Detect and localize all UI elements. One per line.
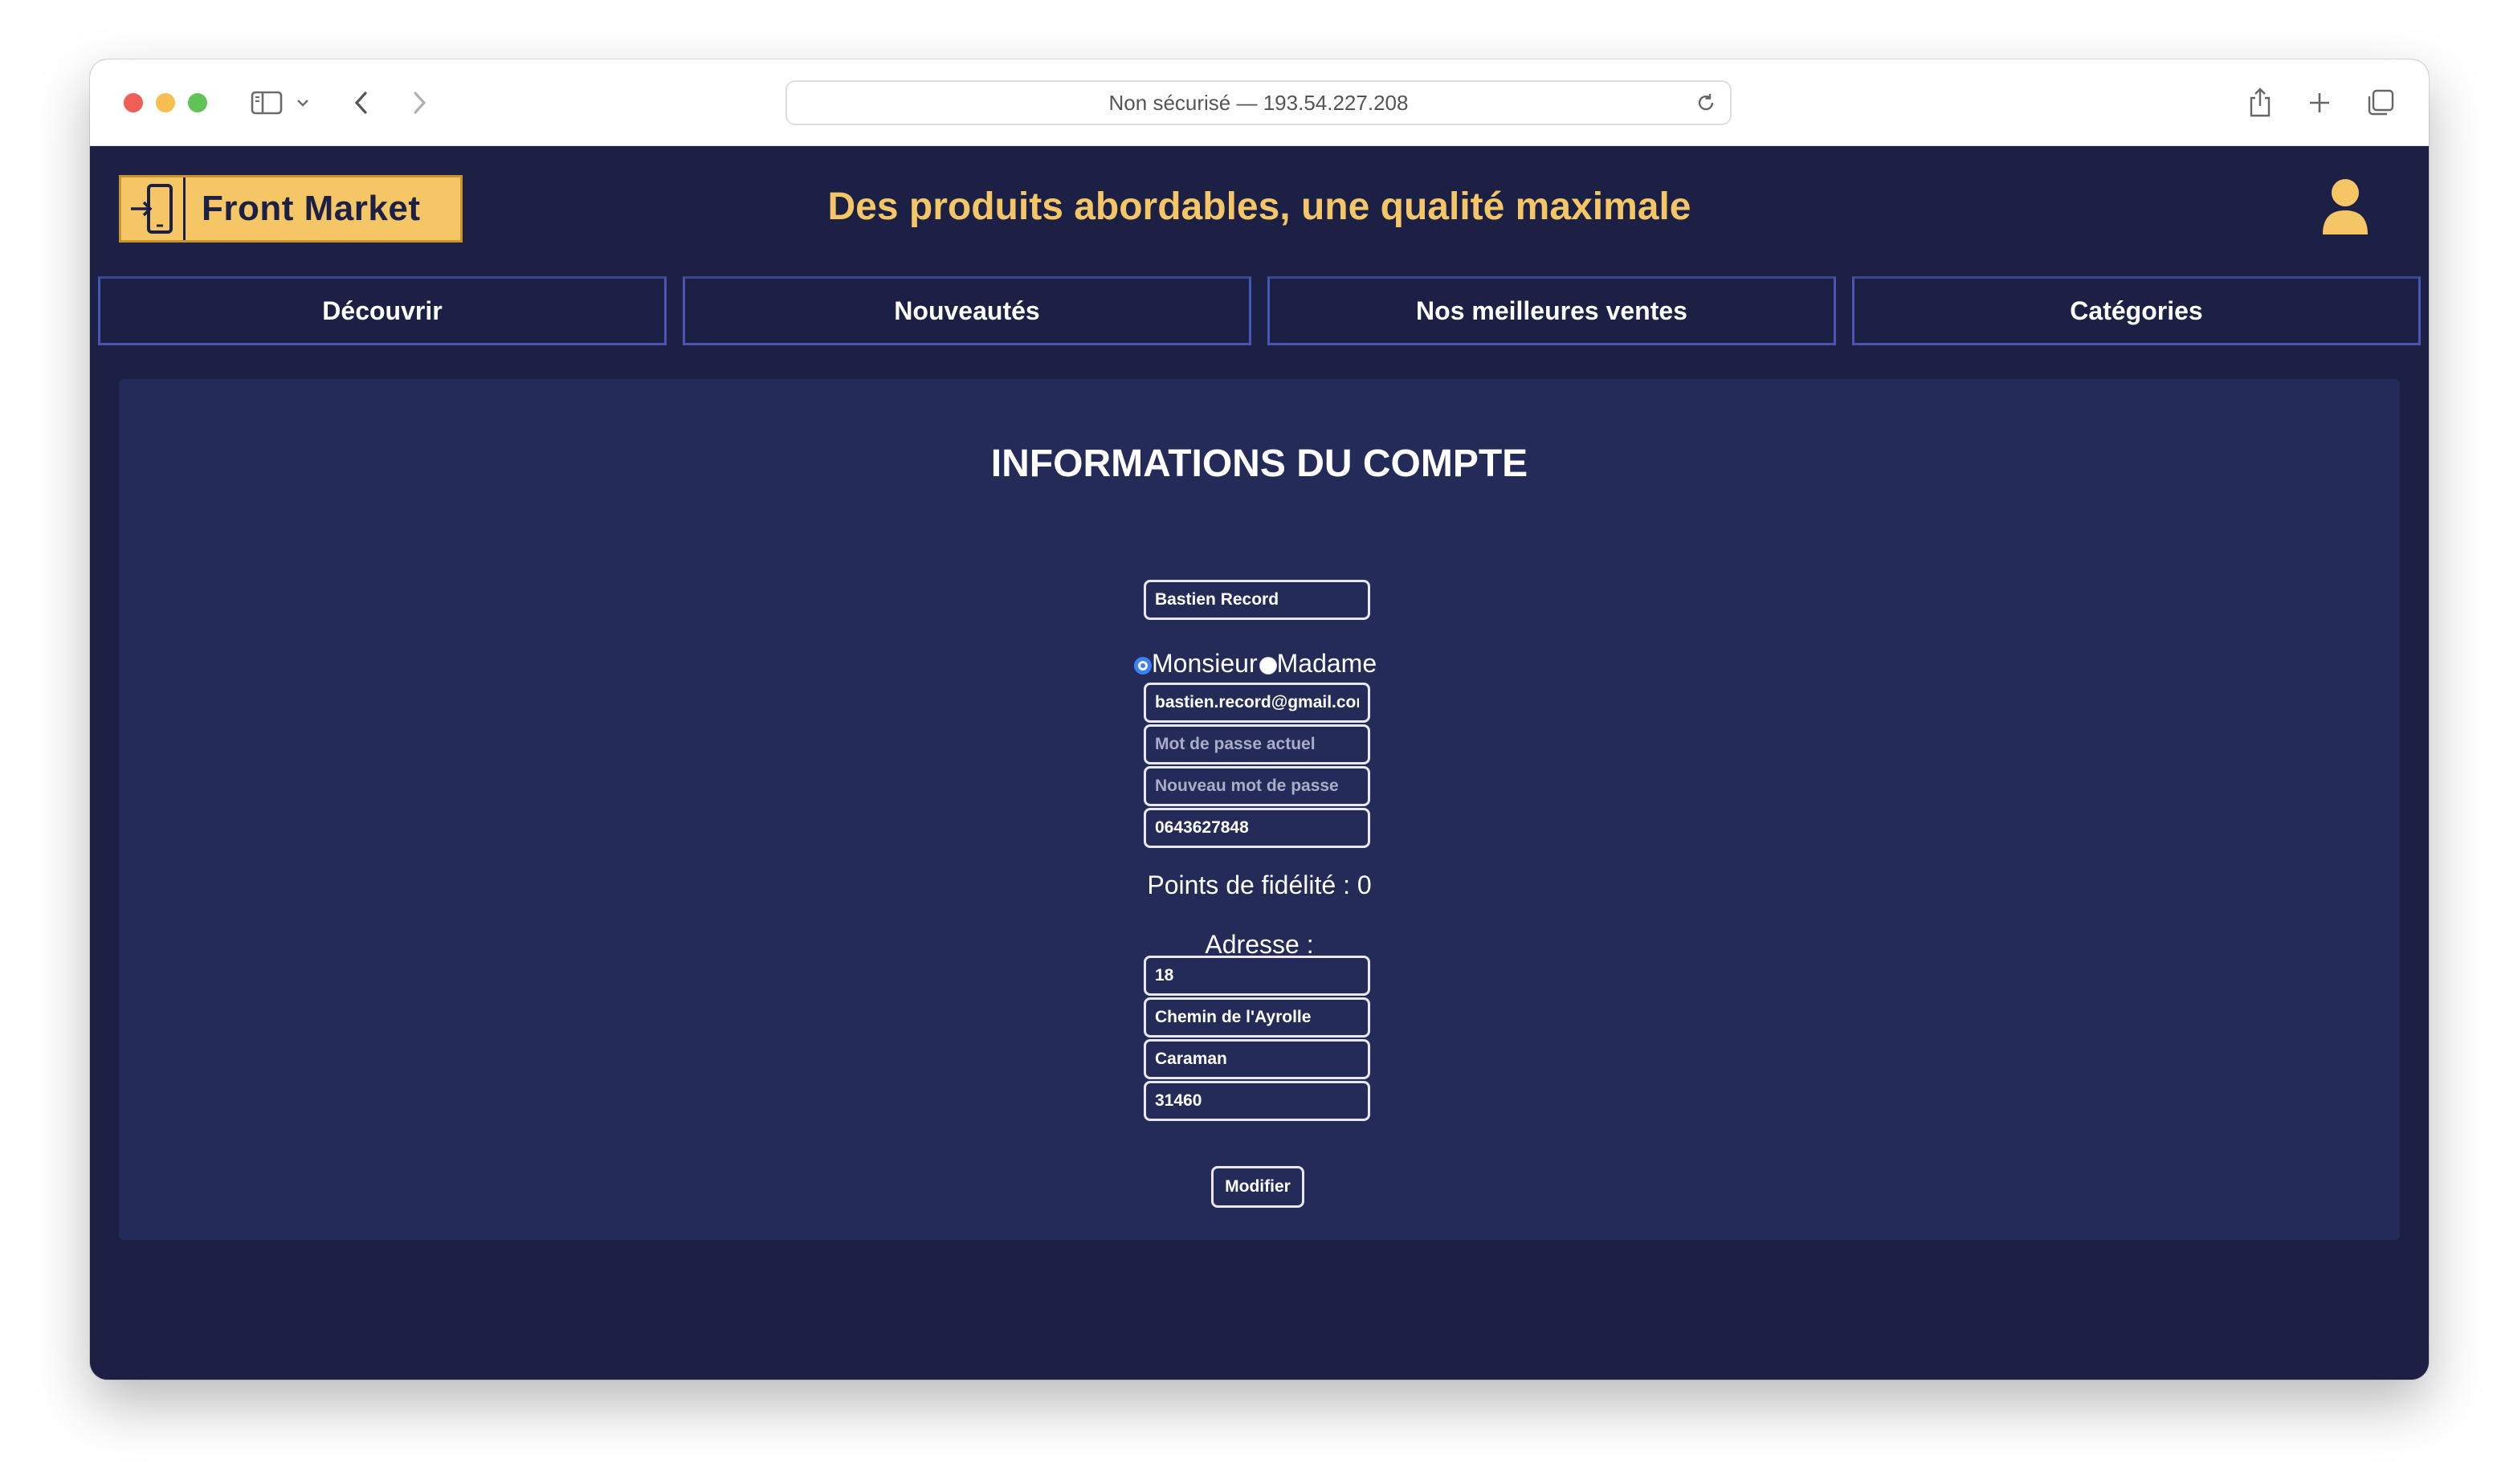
nav-item-categories[interactable]: Catégories [1852, 276, 2421, 345]
page-title: INFORMATIONS DU COMPTE [990, 442, 1528, 485]
current-password-field[interactable] [1144, 724, 1370, 764]
address-text: Non sécurisé — 193.54.227.208 [1108, 90, 1409, 115]
tabs-overview-icon[interactable] [2360, 82, 2401, 124]
name-field[interactable] [1144, 580, 1370, 620]
main-nav: Découvrir Nouveautés Nos meilleures vent… [98, 276, 2421, 345]
address-bar[interactable]: Non sécurisé — 193.54.227.208 [785, 80, 1732, 125]
phone-field[interactable] [1144, 808, 1370, 848]
page-content: Front Market Des produits abordables, un… [90, 146, 2429, 1380]
address-street-field[interactable] [1144, 997, 1370, 1038]
user-account-icon[interactable] [2320, 177, 2371, 236]
chevron-right-icon[interactable] [403, 82, 435, 124]
tagline: Des produits abordables, une qualité max… [827, 186, 1691, 228]
chevron-down-icon[interactable] [291, 82, 315, 124]
gender-radio-group: Monsieur Madame [1134, 649, 1377, 679]
loyalty-points: Points de fidélité : 0 [1147, 870, 1372, 899]
radio-monsieur[interactable] [1134, 656, 1152, 675]
nav-item-meilleures-ventes[interactable]: Nos meilleures ventes [1267, 276, 1836, 345]
chevron-left-icon[interactable] [345, 82, 377, 124]
new-password-field[interactable] [1144, 766, 1370, 806]
radio-madame[interactable] [1259, 656, 1277, 675]
modify-button[interactable]: Modifier [1211, 1166, 1304, 1208]
plus-icon[interactable] [2299, 82, 2340, 124]
radio-monsieur-label: Monsieur [1152, 649, 1258, 678]
nav-item-nouveautes[interactable]: Nouveautés [683, 276, 1251, 345]
address-postal-code-field[interactable] [1144, 1081, 1370, 1121]
sidebar-icon[interactable] [247, 82, 286, 124]
share-icon[interactable] [2239, 82, 2281, 124]
radio-madame-label: Madame [1276, 649, 1377, 678]
account-panel: INFORMATIONS DU COMPTE Monsieur Madame P… [119, 379, 2400, 1240]
address-number-field[interactable] [1144, 956, 1370, 996]
minimize-window-button[interactable] [156, 93, 175, 112]
nav-item-decouvrir[interactable]: Découvrir [98, 276, 667, 345]
browser-toolbar: Non sécurisé — 193.54.227.208 [90, 59, 2429, 146]
zoom-window-button[interactable] [188, 93, 207, 112]
close-window-button[interactable] [124, 93, 143, 112]
email-field[interactable] [1144, 683, 1370, 723]
browser-window: Non sécurisé — 193.54.227.208 Front Mark… [90, 59, 2429, 1380]
address-city-field[interactable] [1144, 1039, 1370, 1079]
reload-icon[interactable] [1691, 88, 1720, 117]
